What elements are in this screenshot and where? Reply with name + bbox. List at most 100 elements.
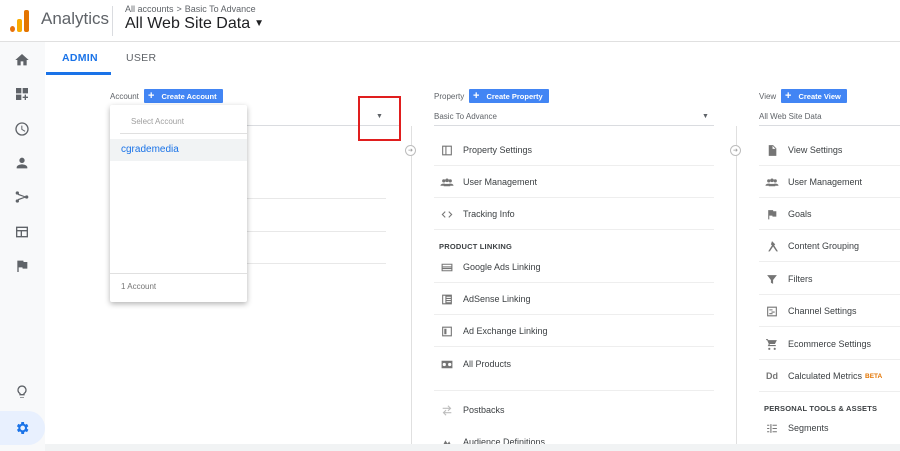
people-icon: [764, 175, 780, 189]
personal-tools-heading: PERSONAL TOOLS & ASSETS: [764, 404, 878, 413]
view-label: View: [759, 92, 777, 101]
google-ads-linking-item[interactable]: Google Ads Linking: [439, 258, 541, 276]
caret-down-icon: ▼: [254, 18, 264, 29]
row-divider: [434, 346, 714, 347]
row-divider: [759, 165, 900, 166]
arrow-right-icon: ➜: [730, 145, 741, 156]
row-divider: [434, 314, 714, 315]
create-account-label: Create Account: [161, 91, 217, 101]
view-settings-item[interactable]: View Settings: [764, 141, 842, 159]
account-search-input[interactable]: Select Account: [131, 117, 184, 126]
postbacks-item[interactable]: Postbacks: [439, 401, 505, 419]
caret-down-icon[interactable]: ▼: [702, 113, 709, 120]
audience-person-icon[interactable]: [13, 154, 31, 172]
row-divider: [434, 282, 714, 283]
ecommerce-settings-item[interactable]: Ecommerce Settings: [764, 335, 871, 353]
horizontal-scrollbar[interactable]: [45, 444, 900, 451]
filter-icon: [764, 272, 780, 286]
calculated-metrics-label: Calculated Metrics: [788, 371, 863, 381]
account-dropdown: Select Account cgrademedia 1 Account: [110, 105, 247, 302]
flag-icon: [764, 207, 780, 221]
plus-icon: +: [473, 90, 480, 102]
content-grouping-icon: [764, 239, 780, 253]
breadcrumb[interactable]: All accounts > Basic To Advance: [125, 4, 256, 14]
channel-settings-label: Channel Settings: [788, 306, 857, 316]
plus-icon: +: [785, 90, 792, 102]
customization-icon[interactable]: [13, 85, 31, 103]
tab-admin[interactable]: ADMIN: [62, 52, 98, 64]
create-view-label: Create View: [798, 91, 841, 101]
channel-settings-item[interactable]: Channel Settings: [764, 302, 857, 320]
content-grouping-item[interactable]: Content Grouping: [764, 237, 859, 255]
account-label: Account: [110, 92, 139, 101]
channel-settings-icon: [764, 304, 780, 318]
view-user-management-item[interactable]: User Management: [764, 173, 862, 191]
create-view-button[interactable]: + Create View: [781, 89, 847, 103]
property-settings-icon: [439, 143, 455, 157]
product-linking-heading: PRODUCT LINKING: [439, 242, 512, 251]
view-select[interactable]: All Web Site Data: [759, 112, 822, 121]
breadcrumb-accounts[interactable]: All accounts: [125, 4, 174, 14]
google-ads-linking-label: Google Ads Linking: [463, 262, 541, 272]
dropdown-footer-divider: [110, 273, 247, 274]
property-settings-item[interactable]: Property Settings: [439, 141, 532, 159]
active-tab-indicator: [46, 72, 111, 75]
tracking-info-item[interactable]: Tracking Info: [439, 205, 515, 223]
adsense-icon: [439, 292, 455, 306]
beta-badge: BETA: [865, 372, 883, 380]
acquisition-icon[interactable]: [13, 188, 31, 206]
view-selector-label: All Web Site Data: [125, 15, 251, 32]
create-property-button[interactable]: + Create Property: [469, 89, 549, 103]
all-products-item[interactable]: All Products: [439, 355, 511, 373]
calculated-metrics-item[interactable]: Dd Calculated Metrics BETA: [764, 367, 882, 385]
create-account-button[interactable]: + Create Account: [144, 89, 223, 103]
tracking-info-label: Tracking Info: [463, 209, 515, 219]
breadcrumb-account[interactable]: Basic To Advance: [185, 4, 256, 14]
cart-icon: [764, 337, 780, 351]
property-label: Property: [434, 92, 465, 101]
row-divider: [759, 229, 900, 230]
document-icon: [764, 143, 780, 157]
segments-item[interactable]: Segments: [764, 419, 829, 437]
home-icon[interactable]: [13, 51, 31, 69]
admin-nav-item[interactable]: [0, 411, 45, 445]
plus-icon: +: [148, 90, 155, 102]
analytics-logo-icon[interactable]: [10, 10, 30, 32]
row-divider: [759, 359, 900, 360]
view-user-management-label: User Management: [788, 177, 863, 187]
code-icon: [439, 207, 455, 221]
admin-user-tabs: ADMIN USER: [45, 42, 900, 74]
postbacks-icon: [439, 403, 455, 417]
goals-item[interactable]: Goals: [764, 205, 812, 223]
tab-user[interactable]: USER: [126, 52, 156, 64]
adsense-linking-item[interactable]: AdSense Linking: [439, 290, 531, 308]
left-nav-rail: [0, 42, 45, 451]
ad-exchange-linking-item[interactable]: Ad Exchange Linking: [439, 322, 548, 340]
row-divider: [759, 391, 900, 392]
discover-bulb-icon[interactable]: [13, 383, 31, 401]
view-select-underline: [759, 125, 900, 126]
app-title: Analytics: [41, 9, 110, 28]
property-user-management-label: User Management: [463, 177, 538, 187]
view-selector[interactable]: All Web Site Data ▼: [125, 15, 264, 33]
account-option[interactable]: cgrademedia: [110, 139, 247, 161]
realtime-clock-icon[interactable]: [13, 120, 31, 138]
search-underline: [120, 133, 247, 134]
dd-icon: Dd: [766, 371, 778, 381]
top-bar: Analytics All accounts > Basic To Advance …: [0, 0, 900, 42]
breadcrumb-separator: >: [176, 4, 182, 14]
highlight-annotation: [358, 96, 401, 141]
property-user-management-item[interactable]: User Management: [439, 173, 537, 191]
property-select[interactable]: Basic To Advance: [434, 112, 497, 121]
ad-exchange-linking-label: Ad Exchange Linking: [463, 326, 548, 336]
filters-item[interactable]: Filters: [764, 270, 813, 288]
admin-gear-icon[interactable]: [13, 419, 31, 437]
view-settings-label: View Settings: [788, 145, 843, 155]
filters-label: Filters: [788, 274, 813, 284]
conversions-flag-icon[interactable]: [13, 257, 31, 275]
segments-icon: [764, 421, 780, 435]
arrow-right-icon: ➜: [405, 145, 416, 156]
header-divider: [112, 6, 113, 36]
behavior-icon[interactable]: [13, 223, 31, 241]
row-divider: [434, 390, 714, 391]
